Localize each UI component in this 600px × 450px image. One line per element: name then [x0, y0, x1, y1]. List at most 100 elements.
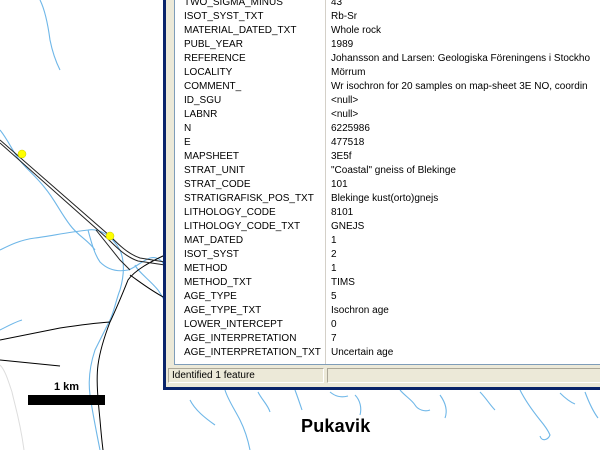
attribute-row[interactable]: PUBL_YEAR 1989 — [175, 38, 600, 52]
attribute-key: TWO_SIGMA_MINUS — [184, 0, 283, 8]
attribute-row[interactable]: AGE_TYPE 5 — [175, 290, 600, 304]
attribute-row[interactable]: LOWER_INTERCEPT 0 — [175, 318, 600, 332]
attribute-value: TIMS — [331, 277, 355, 288]
attribute-key: PUBL_YEAR — [184, 39, 243, 50]
attribute-value: 2 — [331, 249, 337, 260]
attribute-value: 1 — [331, 263, 337, 274]
attribute-value: GNEJS — [331, 221, 365, 232]
feature-point — [17, 149, 27, 159]
attribute-list[interactable]: TWO_SIGMA_MINUS 43 ISOT_SYST_TXT Rb-Sr MATER… — [174, 0, 600, 365]
attribute-key: LITHOLOGY_CODE — [184, 207, 276, 218]
attribute-value: 7 — [331, 333, 337, 344]
water-line — [0, 129, 96, 251]
attribute-value: 1989 — [331, 39, 354, 50]
attribute-value: Isochron age — [331, 305, 389, 316]
water-line — [329, 391, 349, 398]
attribute-key: MATERIAL_DATED_TXT — [184, 25, 297, 36]
water-line — [294, 389, 303, 411]
attribute-key: LOCALITY — [184, 67, 233, 78]
scale-label: 1 km — [54, 381, 80, 393]
attribute-key: MAPSHEET — [184, 151, 240, 162]
water-line — [189, 399, 216, 426]
attribute-key: ID_SGU — [184, 95, 222, 106]
attribute-value: Whole rock — [331, 25, 382, 36]
attribute-key: METHOD_TXT — [184, 277, 252, 288]
attribute-row[interactable]: METHOD_TXT TIMS — [175, 276, 600, 290]
attribute-value: 0 — [331, 319, 337, 330]
attribute-row[interactable]: LABNR <null> — [175, 108, 600, 122]
attribute-row[interactable]: LOCALITY Mörrum — [175, 66, 600, 80]
road-line — [0, 321, 111, 341]
attribute-value: Mörrum — [331, 67, 366, 78]
attribute-value: 6225986 — [331, 123, 370, 134]
water-line — [0, 319, 23, 331]
attribute-value: 101 — [331, 179, 348, 190]
attribute-rows: TWO_SIGMA_MINUS 43 ISOT_SYST_TXT Rb-Sr MATER… — [175, 0, 600, 360]
identify-window[interactable]: TWO_SIGMA_MINUS 43 ISOT_SYST_TXT Rb-Sr MATER… — [163, 0, 600, 390]
attribute-value: "Coastal" gneiss of Blekinge — [331, 165, 456, 176]
water-line — [134, 264, 166, 306]
attribute-value: 477518 — [331, 137, 365, 148]
attribute-value: Blekinge kust(orto)gnejs — [331, 193, 439, 204]
attribute-value: 8101 — [331, 207, 354, 218]
water-line — [584, 391, 599, 419]
attribute-key: LABNR — [184, 109, 218, 120]
attribute-key: E — [184, 137, 191, 148]
water-line — [439, 394, 447, 419]
attribute-row[interactable]: MATERIAL_DATED_TXT Whole rock — [175, 24, 600, 38]
attribute-row[interactable]: STRAT_CODE 101 — [175, 178, 600, 192]
attribute-row[interactable]: METHOD 1 — [175, 262, 600, 276]
attribute-value: <null> — [331, 95, 359, 106]
water-line — [39, 0, 61, 71]
attribute-row[interactable]: LITHOLOGY_CODE 8101 — [175, 206, 600, 220]
attribute-row[interactable]: AGE_INTERPRETATION_TXT Uncertain age — [175, 346, 600, 360]
attribute-row[interactable]: TWO_SIGMA_MINUS 43 — [175, 0, 600, 10]
attribute-row[interactable]: N 6225986 — [175, 122, 600, 136]
attribute-key: LOWER_INTERCEPT — [184, 319, 283, 330]
water-line — [519, 389, 551, 441]
attribute-row[interactable]: STRATIGRAFISK_POS_TXT Blekinge kust(orto)… — [175, 192, 600, 206]
attribute-value: <null> — [331, 109, 359, 120]
attribute-key: ISOT_SYST — [184, 249, 240, 260]
attribute-row[interactable]: ID_SGU <null> — [175, 94, 600, 108]
water-line — [354, 394, 362, 416]
attribute-key: REFERENCE — [184, 53, 246, 64]
attribute-value: 3E5f — [331, 151, 352, 162]
attribute-key: AGE_INTERPRETATION — [184, 333, 297, 344]
attribute-key: ISOT_SYST_TXT — [184, 11, 264, 22]
water-line — [399, 389, 431, 412]
scale-bar — [28, 395, 105, 405]
attribute-row[interactable]: E 477518 — [175, 136, 600, 150]
place-label: Pukavik — [301, 416, 371, 436]
attribute-key: LITHOLOGY_CODE_TXT — [184, 221, 301, 232]
attribute-key: MAT_DATED — [184, 235, 244, 246]
attribute-value: Johansson and Larsen: Geologiska Förenin… — [331, 53, 591, 64]
water-line — [0, 229, 121, 251]
attribute-row[interactable]: COMMENT_ Wr isochron for 20 samples on ma… — [175, 80, 600, 94]
attribute-value: Uncertain age — [331, 347, 394, 358]
attribute-key: AGE_INTERPRETATION_TXT — [184, 347, 321, 358]
attribute-row[interactable]: ISOT_SYST 2 — [175, 248, 600, 262]
water-line — [257, 391, 271, 413]
water-line — [224, 389, 251, 450]
feature-point — [105, 231, 115, 241]
attribute-key: N — [184, 123, 192, 134]
attribute-row[interactable]: MAPSHEET 3E5f — [175, 150, 600, 164]
attribute-row[interactable]: LITHOLOGY_CODE_TXT GNEJS — [175, 220, 600, 234]
attribute-row[interactable]: REFERENCE Johansson and Larsen: Geologisk… — [175, 52, 600, 66]
attribute-key: AGE_TYPE — [184, 291, 237, 302]
rail-line — [0, 364, 25, 450]
water-line — [88, 249, 124, 450]
status-text: Identified 1 feature — [168, 368, 324, 383]
attribute-value: Wr isochron for 20 samples on map-sheet … — [331, 81, 588, 92]
attribute-row[interactable]: AGE_TYPE_TXT Isochron age — [175, 304, 600, 318]
attribute-value: 5 — [331, 291, 337, 302]
attribute-value: Rb-Sr — [331, 11, 358, 22]
attribute-row[interactable]: STRAT_UNIT "Coastal" gneiss of Blekinge — [175, 164, 600, 178]
attribute-row[interactable]: ISOT_SYST_TXT Rb-Sr — [175, 10, 600, 24]
rail-line — [0, 139, 166, 263]
attribute-row[interactable]: MAT_DATED 1 — [175, 234, 600, 248]
attribute-value: 43 — [331, 0, 343, 8]
attribute-row[interactable]: AGE_INTERPRETATION 7 — [175, 332, 600, 346]
status-extra — [327, 368, 600, 383]
